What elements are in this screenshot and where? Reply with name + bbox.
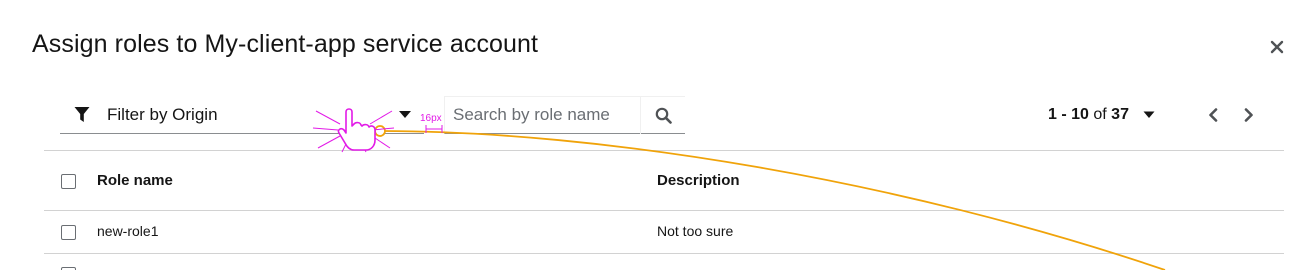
filter-icon bbox=[73, 106, 91, 124]
pagination-of: of bbox=[1093, 106, 1107, 123]
column-header-role-name: Role name bbox=[97, 172, 173, 189]
chevron-right-icon bbox=[1244, 108, 1253, 122]
pagination-toggle[interactable]: 1 - 10 of 37 bbox=[1048, 102, 1155, 128]
description-cell: Not too sure bbox=[657, 223, 734, 239]
modal-title: Assign roles to My-client-app service ac… bbox=[32, 30, 539, 58]
toolbar: Filter by Origin 1 - 10 of 37 bbox=[44, 96, 1284, 150]
close-icon bbox=[1270, 40, 1284, 54]
close-button[interactable] bbox=[1266, 36, 1288, 58]
roles-table: Role name Description new-role1 Not too … bbox=[44, 150, 1284, 254]
next-page-button[interactable] bbox=[1238, 104, 1260, 126]
search-input[interactable] bbox=[445, 97, 643, 133]
chevron-left-icon bbox=[1209, 108, 1218, 122]
previous-page-button[interactable] bbox=[1202, 104, 1224, 126]
table-header-row: Role name Description bbox=[44, 150, 1284, 211]
table-row: new-role1 Not too sure bbox=[44, 211, 1284, 254]
search-button[interactable] bbox=[640, 97, 685, 134]
select-all-checkbox[interactable] bbox=[61, 174, 76, 189]
caret-down-icon bbox=[1143, 111, 1155, 118]
table-row bbox=[44, 254, 1284, 270]
pagination-total: 37 bbox=[1111, 106, 1129, 123]
pagination-range: 1 - 10 bbox=[1048, 106, 1089, 123]
role-name-cell: new-role1 bbox=[97, 223, 159, 239]
filter-label: Filter by Origin bbox=[107, 104, 218, 124]
filter-by-origin-select[interactable]: Filter by Origin bbox=[60, 96, 424, 134]
search-icon bbox=[655, 107, 672, 124]
row-checkbox[interactable] bbox=[61, 225, 76, 240]
caret-down-icon bbox=[399, 111, 411, 118]
column-header-description: Description bbox=[657, 172, 740, 189]
search-group bbox=[444, 96, 685, 134]
assign-roles-modal: Assign roles to My-client-app service ac… bbox=[0, 0, 1312, 270]
